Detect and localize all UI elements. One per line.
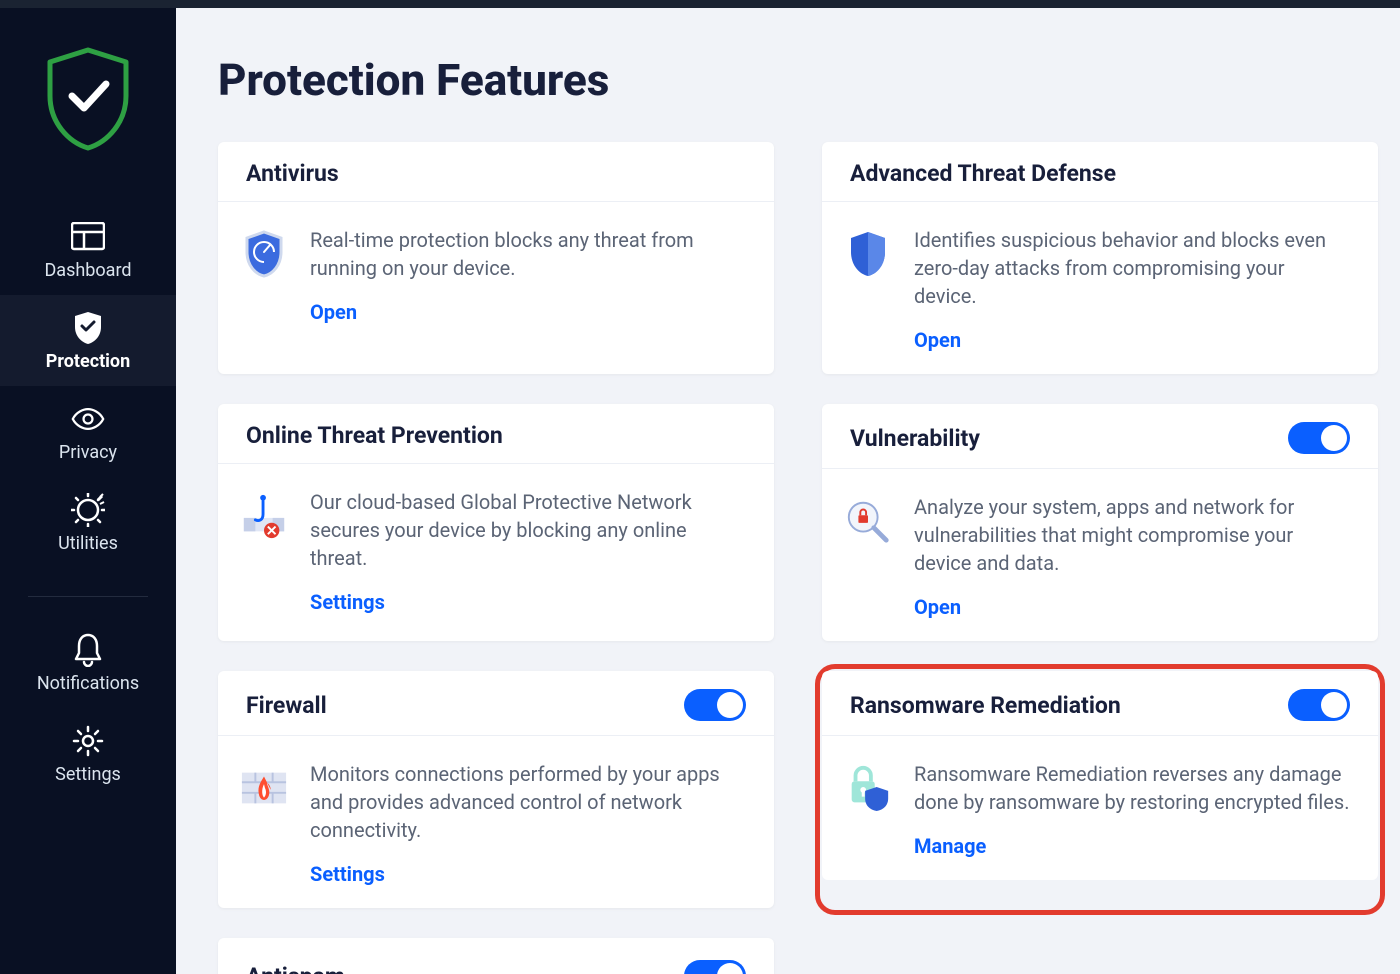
card-ransomware-remediation: Ransomware Remediation Ransomware Remedi… <box>822 671 1378 880</box>
sidebar-item-privacy[interactable]: Privacy <box>0 386 176 477</box>
sidebar-item-label: Dashboard <box>44 260 131 281</box>
card-antivirus: Antivirus Real-time protection blocks an… <box>218 142 774 374</box>
card-firewall: Firewall Monitors connections performed … <box>218 671 774 908</box>
sidebar-item-label: Notifications <box>37 673 139 694</box>
card-title: Antispam <box>246 963 345 974</box>
sidebar-item-label: Settings <box>55 764 121 785</box>
open-link[interactable]: Open <box>310 300 357 324</box>
card-title: Ransomware Remediation <box>850 692 1121 719</box>
antispam-toggle[interactable] <box>684 960 746 974</box>
card-advanced-threat-defense: Advanced Threat Defense Identifies suspi… <box>822 142 1378 374</box>
antivirus-shield-icon <box>240 230 288 278</box>
card-vulnerability: Vulnerability Analyze your system, apps … <box>822 404 1378 641</box>
feature-cards-grid: Antivirus Real-time protection blocks an… <box>218 142 1378 974</box>
card-title: Advanced Threat Defense <box>850 160 1116 187</box>
sidebar-item-label: Privacy <box>59 442 117 463</box>
firewall-flame-icon <box>240 764 288 812</box>
page-title: Protection Features <box>218 54 1378 106</box>
manage-link[interactable]: Manage <box>914 834 986 858</box>
card-online-threat-prevention: Online Threat Prevention Our cloud-based… <box>218 404 774 641</box>
card-title: Antivirus <box>246 160 339 187</box>
main-content: Protection Features Antivirus Real-time … <box>176 8 1400 974</box>
sidebar-divider <box>28 596 148 597</box>
card-title: Online Threat Prevention <box>246 422 503 449</box>
sidebar-item-protection[interactable]: Protection <box>0 295 176 386</box>
gear-speed-icon <box>71 493 105 527</box>
card-desc: Real-time protection blocks any threat f… <box>310 226 746 282</box>
sidebar-item-label: Utilities <box>58 533 118 554</box>
vulnerability-toggle[interactable] <box>1288 422 1350 454</box>
open-link[interactable]: Open <box>914 595 961 619</box>
gear-icon <box>71 724 105 758</box>
magnifier-lock-icon <box>844 497 892 545</box>
settings-link[interactable]: Settings <box>310 590 385 614</box>
sidebar-item-utilities[interactable]: Utilities <box>0 477 176 568</box>
card-desc: Analyze your system, apps and network fo… <box>914 493 1350 577</box>
card-desc: Monitors connections performed by your a… <box>310 760 746 844</box>
dashboard-icon <box>71 220 105 254</box>
threat-defense-shield-icon <box>844 230 892 278</box>
card-antispam: Antispam <box>218 938 774 974</box>
highlight-annotation: Ransomware Remediation Ransomware Remedi… <box>815 664 1385 915</box>
bell-icon <box>71 633 105 667</box>
protection-shield-icon <box>71 311 105 345</box>
ransomware-toggle[interactable] <box>1288 689 1350 721</box>
card-title: Vulnerability <box>850 425 980 452</box>
sidebar-item-label: Protection <box>46 351 130 372</box>
eye-icon <box>71 402 105 436</box>
app-logo-shield <box>42 46 134 152</box>
ransomware-lock-shield-icon <box>844 764 892 812</box>
phishing-hook-icon <box>240 492 288 540</box>
card-desc: Our cloud-based Global Protective Networ… <box>310 488 746 572</box>
card-desc: Ransomware Remediation reverses any dama… <box>914 760 1350 816</box>
sidebar-item-dashboard[interactable]: Dashboard <box>0 204 176 295</box>
firewall-toggle[interactable] <box>684 689 746 721</box>
sidebar-item-settings[interactable]: Settings <box>0 708 176 799</box>
card-title: Firewall <box>246 692 327 719</box>
settings-link[interactable]: Settings <box>310 862 385 886</box>
sidebar-item-notifications[interactable]: Notifications <box>0 617 176 708</box>
sidebar: Dashboard Protection Privacy Utilities <box>0 8 176 974</box>
window-titlebar <box>0 0 1400 8</box>
open-link[interactable]: Open <box>914 328 961 352</box>
card-desc: Identifies suspicious behavior and block… <box>914 226 1350 310</box>
